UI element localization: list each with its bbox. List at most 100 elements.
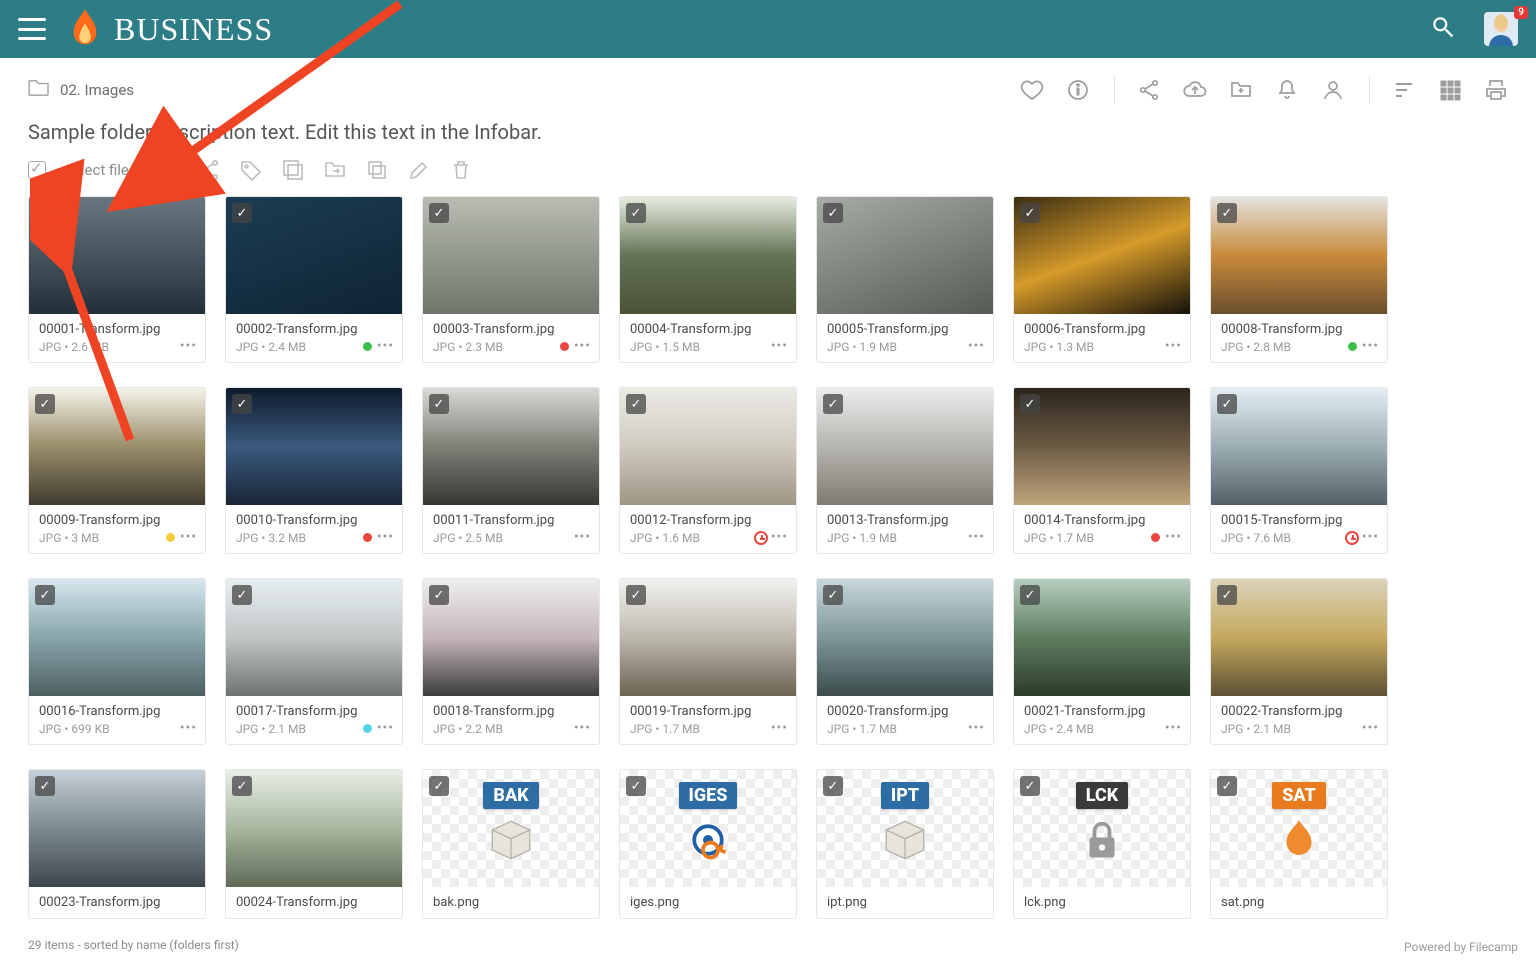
select-file-checkbox[interactable]: ✓	[232, 585, 252, 605]
info-icon[interactable]	[1066, 78, 1090, 102]
file-card[interactable]: ✓00016-Transform.jpgJPG • 699 KB•••	[28, 578, 206, 745]
select-file-checkbox[interactable]: ✓	[429, 585, 449, 605]
file-card[interactable]: BAK✓bak.png	[422, 769, 600, 919]
print-icon[interactable]	[1484, 78, 1508, 102]
select-file-checkbox[interactable]: ✓	[1020, 585, 1040, 605]
file-card[interactable]: ✓00004-Transform.jpgJPG • 1.5 MB•••	[619, 196, 797, 363]
delete-icon[interactable]	[449, 158, 473, 182]
file-card[interactable]: ✓00003-Transform.jpgJPG • 2.3 MB•••	[422, 196, 600, 363]
notify-icon[interactable]	[1275, 78, 1299, 102]
file-card[interactable]: ✓00008-Transform.jpgJPG • 2.8 MB•••	[1210, 196, 1388, 363]
select-file-checkbox[interactable]: ✓	[1217, 585, 1237, 605]
file-card[interactable]: ✓00002-Transform.jpgJPG • 2.4 MB•••	[225, 196, 403, 363]
select-file-checkbox[interactable]: ✓	[1217, 776, 1237, 796]
grid-view-icon[interactable]	[1438, 78, 1462, 102]
select-file-checkbox[interactable]: ✓	[823, 394, 843, 414]
user-avatar[interactable]: 9	[1484, 12, 1518, 46]
file-card[interactable]: ✓00006-Transform.jpgJPG • 1.3 MB•••	[1013, 196, 1191, 363]
menu-button[interactable]	[18, 18, 46, 40]
file-card[interactable]: ✓00024-Transform.jpg	[225, 769, 403, 919]
file-more-icon[interactable]: •••	[1165, 720, 1182, 736]
file-card[interactable]: ✓00022-Transform.jpgJPG • 2.1 MB•••	[1210, 578, 1388, 745]
select-file-checkbox[interactable]: ✓	[429, 394, 449, 414]
file-card[interactable]: ✓00021-Transform.jpgJPG • 2.4 MB•••	[1013, 578, 1191, 745]
file-card[interactable]: ✓00009-Transform.jpgJPG • 3 MB•••	[28, 387, 206, 554]
file-card[interactable]: ✓00005-Transform.jpgJPG • 1.9 MB•••	[816, 196, 994, 363]
move-icon[interactable]	[323, 158, 347, 182]
file-more-icon[interactable]: •••	[1362, 338, 1379, 354]
select-file-checkbox[interactable]: ✓	[232, 394, 252, 414]
file-more-icon[interactable]: •••	[1165, 338, 1182, 354]
file-more-icon[interactable]: •••	[1362, 720, 1379, 736]
file-card[interactable]: ✓00020-Transform.jpgJPG • 1.7 MB•••	[816, 578, 994, 745]
file-card[interactable]: ✓00012-Transform.jpgJPG • 1.6 MB•••	[619, 387, 797, 554]
select-file-checkbox[interactable]: ✓	[429, 776, 449, 796]
file-card[interactable]: ✓00018-Transform.jpgJPG • 2.2 MB•••	[422, 578, 600, 745]
select-file-checkbox[interactable]: ✓	[232, 776, 252, 796]
new-folder-icon[interactable]	[1229, 78, 1253, 102]
select-file-checkbox[interactable]: ✓	[823, 203, 843, 223]
select-file-checkbox[interactable]: ✓	[1020, 394, 1040, 414]
select-all-checkbox[interactable]	[28, 161, 46, 179]
file-card[interactable]: ✓00023-Transform.jpg	[28, 769, 206, 919]
breadcrumb[interactable]: 02. Images	[60, 81, 134, 99]
file-more-icon[interactable]: •••	[574, 720, 591, 736]
search-button[interactable]	[1430, 14, 1456, 44]
file-card[interactable]: ✓00010-Transform.jpgJPG • 3.2 MB•••	[225, 387, 403, 554]
select-file-checkbox[interactable]: ✓	[626, 585, 646, 605]
edit-icon[interactable]	[407, 158, 431, 182]
select-file-checkbox[interactable]: ✓	[626, 776, 646, 796]
collection-icon[interactable]	[281, 158, 305, 182]
file-card[interactable]: ✓00014-Transform.jpgJPG • 1.7 MB•••	[1013, 387, 1191, 554]
file-more-icon[interactable]: •••	[180, 338, 197, 354]
file-more-icon[interactable]: •••	[968, 338, 985, 354]
copy-icon[interactable]	[365, 158, 389, 182]
user-icon[interactable]	[1321, 78, 1345, 102]
file-more-icon[interactable]: •••	[574, 529, 591, 545]
select-file-checkbox[interactable]: ✓	[823, 776, 843, 796]
select-file-checkbox[interactable]: ✓	[1217, 203, 1237, 223]
select-file-checkbox[interactable]: ✓	[35, 203, 55, 223]
file-more-icon[interactable]: •••	[1165, 529, 1182, 545]
select-file-checkbox[interactable]: ✓	[1020, 776, 1040, 796]
file-more-icon[interactable]: •••	[377, 529, 394, 545]
select-file-checkbox[interactable]: ✓	[35, 585, 55, 605]
file-card[interactable]: SAT✓sat.png	[1210, 769, 1388, 919]
file-more-icon[interactable]: •••	[574, 338, 591, 354]
select-file-checkbox[interactable]: ✓	[1217, 394, 1237, 414]
file-card[interactable]: ✓00019-Transform.jpgJPG • 1.7 MB•••	[619, 578, 797, 745]
upload-icon[interactable]	[1183, 78, 1207, 102]
select-file-checkbox[interactable]: ✓	[823, 585, 843, 605]
file-more-icon[interactable]: •••	[968, 529, 985, 545]
file-more-icon[interactable]: •••	[771, 338, 788, 354]
select-file-checkbox[interactable]: ✓	[232, 203, 252, 223]
favorite-icon[interactable]	[1020, 78, 1044, 102]
file-more-icon[interactable]: •••	[377, 720, 394, 736]
file-more-icon[interactable]: •••	[968, 720, 985, 736]
file-card[interactable]: ✓00011-Transform.jpgJPG • 2.5 MB•••	[422, 387, 600, 554]
file-card[interactable]: IGES✓iges.png	[619, 769, 797, 919]
file-more-icon[interactable]: •••	[180, 529, 197, 545]
share-selection-icon[interactable]	[197, 158, 221, 182]
file-more-icon[interactable]: •••	[1362, 529, 1379, 545]
select-file-checkbox[interactable]: ✓	[626, 394, 646, 414]
select-file-checkbox[interactable]: ✓	[35, 776, 55, 796]
file-more-icon[interactable]: •••	[771, 720, 788, 736]
file-card[interactable]: IPT✓ipt.png	[816, 769, 994, 919]
select-file-checkbox[interactable]: ✓	[1020, 203, 1040, 223]
select-file-checkbox[interactable]: ✓	[35, 394, 55, 414]
share-icon[interactable]	[1137, 78, 1161, 102]
file-card[interactable]: ✓00013-Transform.jpgJPG • 1.9 MB•••	[816, 387, 994, 554]
download-icon[interactable]	[155, 158, 179, 182]
tag-icon[interactable]	[239, 158, 263, 182]
file-more-icon[interactable]: •••	[377, 338, 394, 354]
file-card[interactable]: ✓00015-Transform.jpgJPG • 7.6 MB•••	[1210, 387, 1388, 554]
file-more-icon[interactable]: •••	[180, 720, 197, 736]
file-card[interactable]: ✓00017-Transform.jpgJPG • 2.1 MB•••	[225, 578, 403, 745]
file-more-icon[interactable]: •••	[771, 529, 788, 545]
file-card[interactable]: ✓00001-Transform.jpgJPG • 2.6 MB•••	[28, 196, 206, 363]
sort-icon[interactable]	[1392, 78, 1416, 102]
select-file-checkbox[interactable]: ✓	[626, 203, 646, 223]
select-file-checkbox[interactable]: ✓	[429, 203, 449, 223]
file-card[interactable]: LCK✓lck.png	[1013, 769, 1191, 919]
